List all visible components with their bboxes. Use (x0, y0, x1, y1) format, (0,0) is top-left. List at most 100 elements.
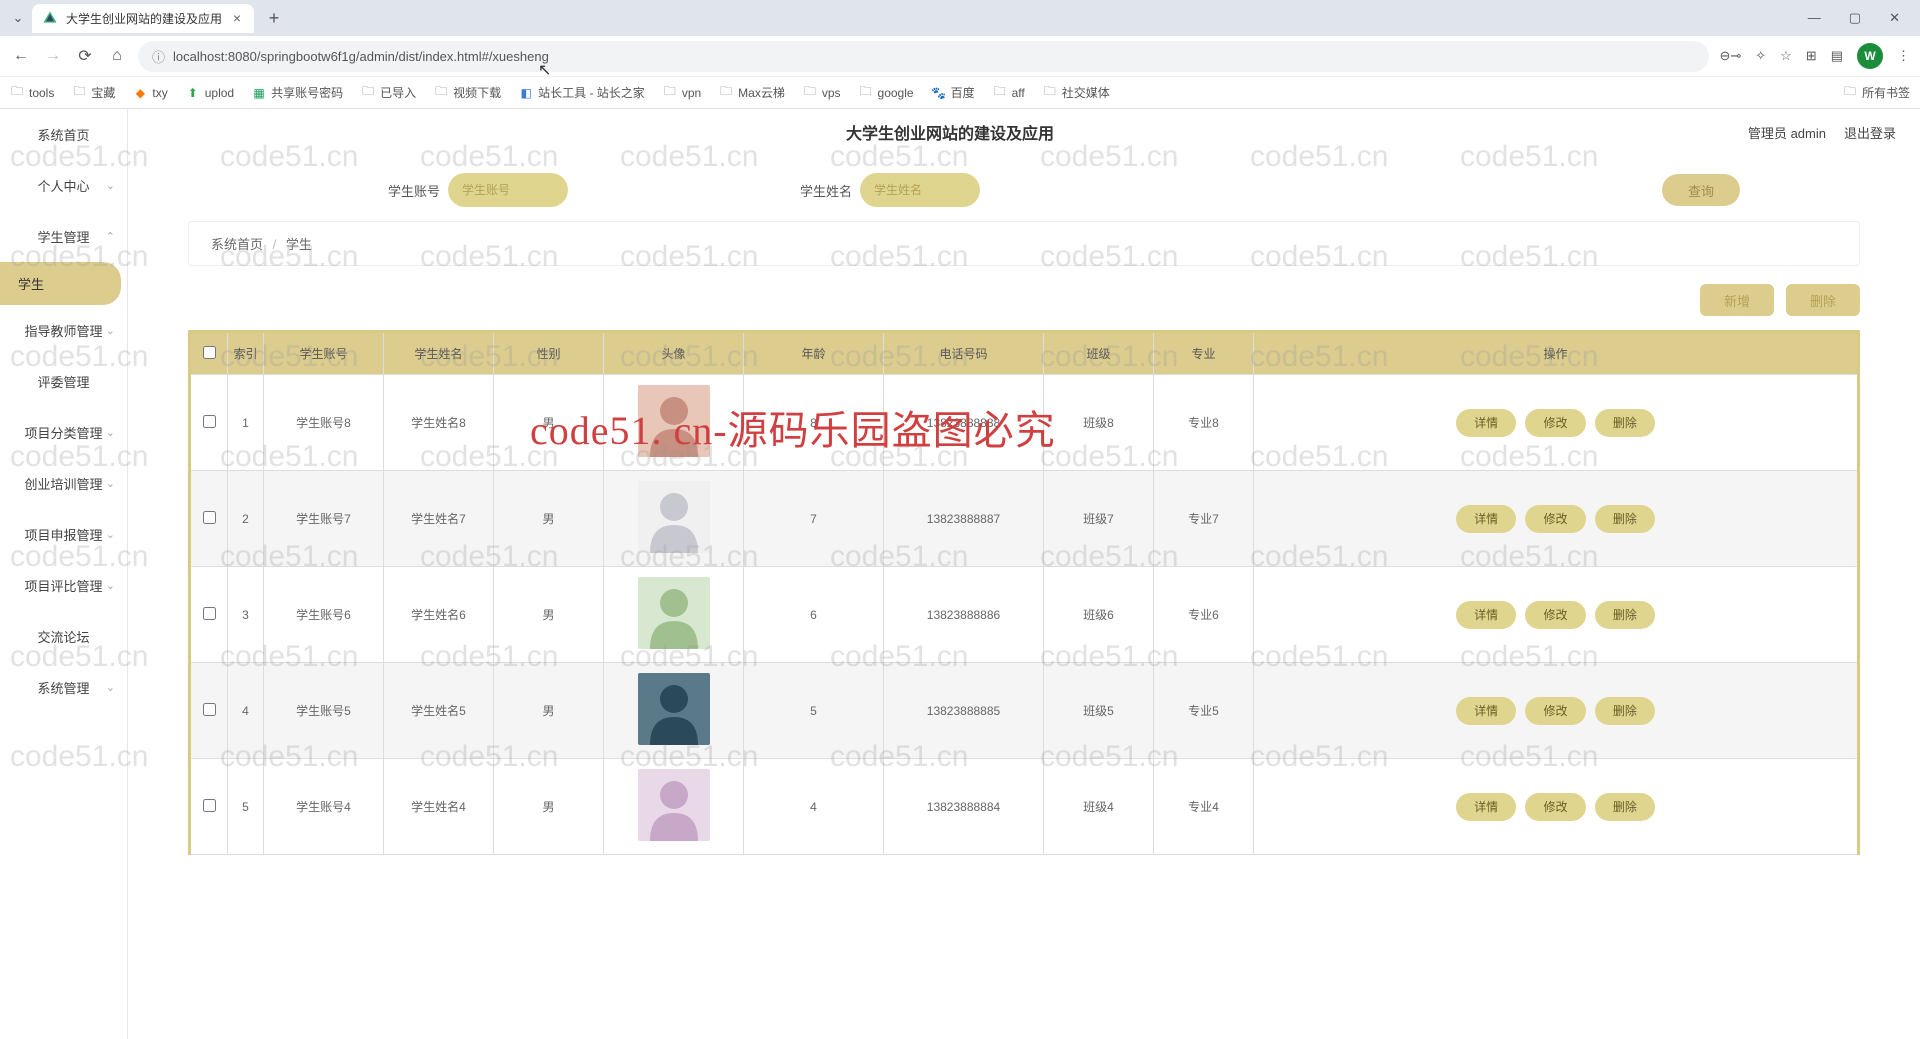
site-info-icon[interactable]: ⓘ (152, 47, 165, 66)
bookmark-shared[interactable]: ▦共享账号密码 (252, 84, 343, 101)
cell-avatar (604, 663, 744, 759)
cell-account: 学生账号4 (264, 759, 384, 855)
cell-age: 4 (744, 759, 884, 855)
password-icon[interactable]: ⊖⊸ (1719, 48, 1741, 64)
browser-tab[interactable]: 大学生创业网站的建设及应用 × (32, 4, 254, 33)
bookmark-tools[interactable]: 🗀tools (10, 86, 54, 100)
cell-avatar (604, 471, 744, 567)
profile-avatar[interactable]: W (1857, 43, 1883, 69)
tab-strip: ⌄ 大学生创业网站的建设及应用 × + — ▢ ✕ (0, 0, 1920, 36)
cell-name: 学生姓名5 (384, 663, 494, 759)
menu-icon[interactable]: ⋮ (1897, 48, 1910, 64)
sidebar-item-training[interactable]: 创业培训管理⌄ (0, 458, 127, 509)
row-checkbox[interactable] (203, 415, 216, 428)
select-all-checkbox[interactable] (203, 346, 216, 359)
sidebar-item-home[interactable]: 系统首页 (0, 109, 127, 160)
address-bar[interactable]: ⓘ localhost:8080/springbootw6f1g/admin/d… (138, 41, 1709, 72)
user-info[interactable]: 管理员 admin (1748, 123, 1826, 142)
cell-index: 2 (228, 471, 264, 567)
delete-button[interactable]: 删除 (1786, 284, 1860, 316)
row-checkbox[interactable] (203, 703, 216, 716)
minimize-icon[interactable]: — (1808, 10, 1821, 26)
forward-icon[interactable]: → (42, 47, 64, 65)
detail-button[interactable]: 详情 (1456, 409, 1516, 437)
search-acc-input[interactable] (448, 173, 568, 207)
back-icon[interactable]: ← (10, 47, 32, 65)
cell-name: 学生姓名8 (384, 375, 494, 471)
delete-row-button[interactable]: 删除 (1595, 601, 1655, 629)
cell-name: 学生姓名7 (384, 471, 494, 567)
delete-row-button[interactable]: 删除 (1595, 697, 1655, 725)
edit-button[interactable]: 修改 (1525, 697, 1585, 725)
tab-search-dropdown-icon[interactable]: ⌄ (8, 10, 28, 26)
col-age: 年龄 (744, 332, 884, 375)
detail-button[interactable]: 详情 (1456, 505, 1516, 533)
reload-icon[interactable]: ⟳ (74, 46, 96, 66)
sidebar-item-category[interactable]: 项目分类管理⌄ (0, 407, 127, 458)
sidebar-item-judge[interactable]: 评委管理 (0, 356, 127, 407)
cell-sex: 男 (494, 567, 604, 663)
table-row: 5 学生账号4 学生姓名4 男 4 13823888884 班级4 专业4 详情… (190, 759, 1859, 855)
sidebar-item-rating[interactable]: 项目评比管理⌄ (0, 560, 127, 611)
edit-button[interactable]: 修改 (1525, 793, 1585, 821)
bookmark-txy[interactable]: ◆txy (133, 86, 167, 100)
close-tab-icon[interactable]: × (230, 11, 244, 25)
bookmark-max[interactable]: 🗀Max云梯 (719, 84, 785, 101)
avatar-image (638, 481, 710, 553)
detail-button[interactable]: 详情 (1456, 793, 1516, 821)
sidebar-item-profile[interactable]: 个人中心⌄ (0, 160, 127, 211)
cell-major: 专业8 (1154, 375, 1254, 471)
search-name: 学生姓名 (800, 173, 980, 207)
row-checkbox[interactable] (203, 607, 216, 620)
sidebar-item-declare[interactable]: 项目申报管理⌄ (0, 509, 127, 560)
delete-row-button[interactable]: 删除 (1595, 409, 1655, 437)
edit-button[interactable]: 修改 (1525, 505, 1585, 533)
query-button[interactable]: 查询 (1662, 174, 1740, 206)
side-panel-icon[interactable]: ▤ (1831, 48, 1843, 64)
logout-link[interactable]: 退出登录 (1844, 123, 1896, 142)
row-checkbox[interactable] (203, 799, 216, 812)
bookmark-social[interactable]: 🗀社交媒体 (1043, 84, 1110, 101)
bookmark-vpn[interactable]: 🗀vpn (663, 86, 701, 100)
sidebar-item-system[interactable]: 系统管理⌄ (0, 662, 127, 713)
home-icon[interactable]: ⌂ (106, 47, 128, 65)
bookmark-imported[interactable]: 🗀已导入 (361, 84, 416, 101)
bookmark-uplod[interactable]: ⬆uplod (186, 86, 234, 100)
breadcrumb-home[interactable]: 系统首页 (211, 237, 263, 252)
edit-button[interactable]: 修改 (1525, 601, 1585, 629)
bookmark-vps[interactable]: 🗀vps (803, 86, 841, 100)
row-checkbox[interactable] (203, 511, 216, 524)
bookmark-star-icon[interactable]: ☆ (1780, 48, 1792, 64)
edit-button[interactable]: 修改 (1525, 409, 1585, 437)
delete-row-button[interactable]: 删除 (1595, 793, 1655, 821)
close-window-icon[interactable]: ✕ (1889, 10, 1900, 26)
detail-button[interactable]: 详情 (1456, 601, 1516, 629)
bookmark-google[interactable]: 🗀google (859, 86, 914, 100)
student-table: 索引 学生账号 学生姓名 性别 头像 年龄 电话号码 班级 专业 操作 1 学生… (188, 330, 1860, 855)
lens-icon[interactable]: ✧ (1755, 48, 1766, 64)
table-header-row: 索引 学生账号 学生姓名 性别 头像 年龄 电话号码 班级 专业 操作 (190, 332, 1859, 375)
search-name-input[interactable] (860, 173, 980, 207)
new-tab-button[interactable]: + (260, 8, 288, 29)
sidebar-item-student[interactable]: 学生管理⌃ (0, 211, 127, 262)
sidebar-item-forum[interactable]: 交流论坛 (0, 611, 127, 662)
sidebar-item-teacher[interactable]: 指导教师管理⌄ (0, 305, 127, 356)
sheets-icon: ▦ (252, 86, 266, 100)
breadcrumb: 系统首页 / 学生 (188, 221, 1860, 266)
delete-row-button[interactable]: 删除 (1595, 505, 1655, 533)
cell-class: 班级7 (1044, 471, 1154, 567)
all-bookmarks[interactable]: 🗀所有书签 (1843, 84, 1910, 101)
extensions-icon[interactable]: ⊞ (1806, 48, 1817, 64)
action-row: 新增 删除 (188, 284, 1860, 316)
add-button[interactable]: 新增 (1700, 284, 1774, 316)
bookmark-zztool[interactable]: ◧站长工具 - 站长之家 (519, 84, 645, 101)
bookmark-baozang[interactable]: 🗀宝藏 (72, 84, 115, 101)
sidebar-sub-student[interactable]: 学生 (0, 262, 121, 305)
cell-index: 5 (228, 759, 264, 855)
bookmark-aff[interactable]: 🗀aff (993, 86, 1025, 100)
maximize-icon[interactable]: ▢ (1849, 10, 1861, 26)
detail-button[interactable]: 详情 (1456, 697, 1516, 725)
bookmark-baidu[interactable]: 🐾百度 (932, 84, 975, 101)
bookmark-video[interactable]: 🗀视频下载 (434, 84, 501, 101)
cell-age: 5 (744, 663, 884, 759)
